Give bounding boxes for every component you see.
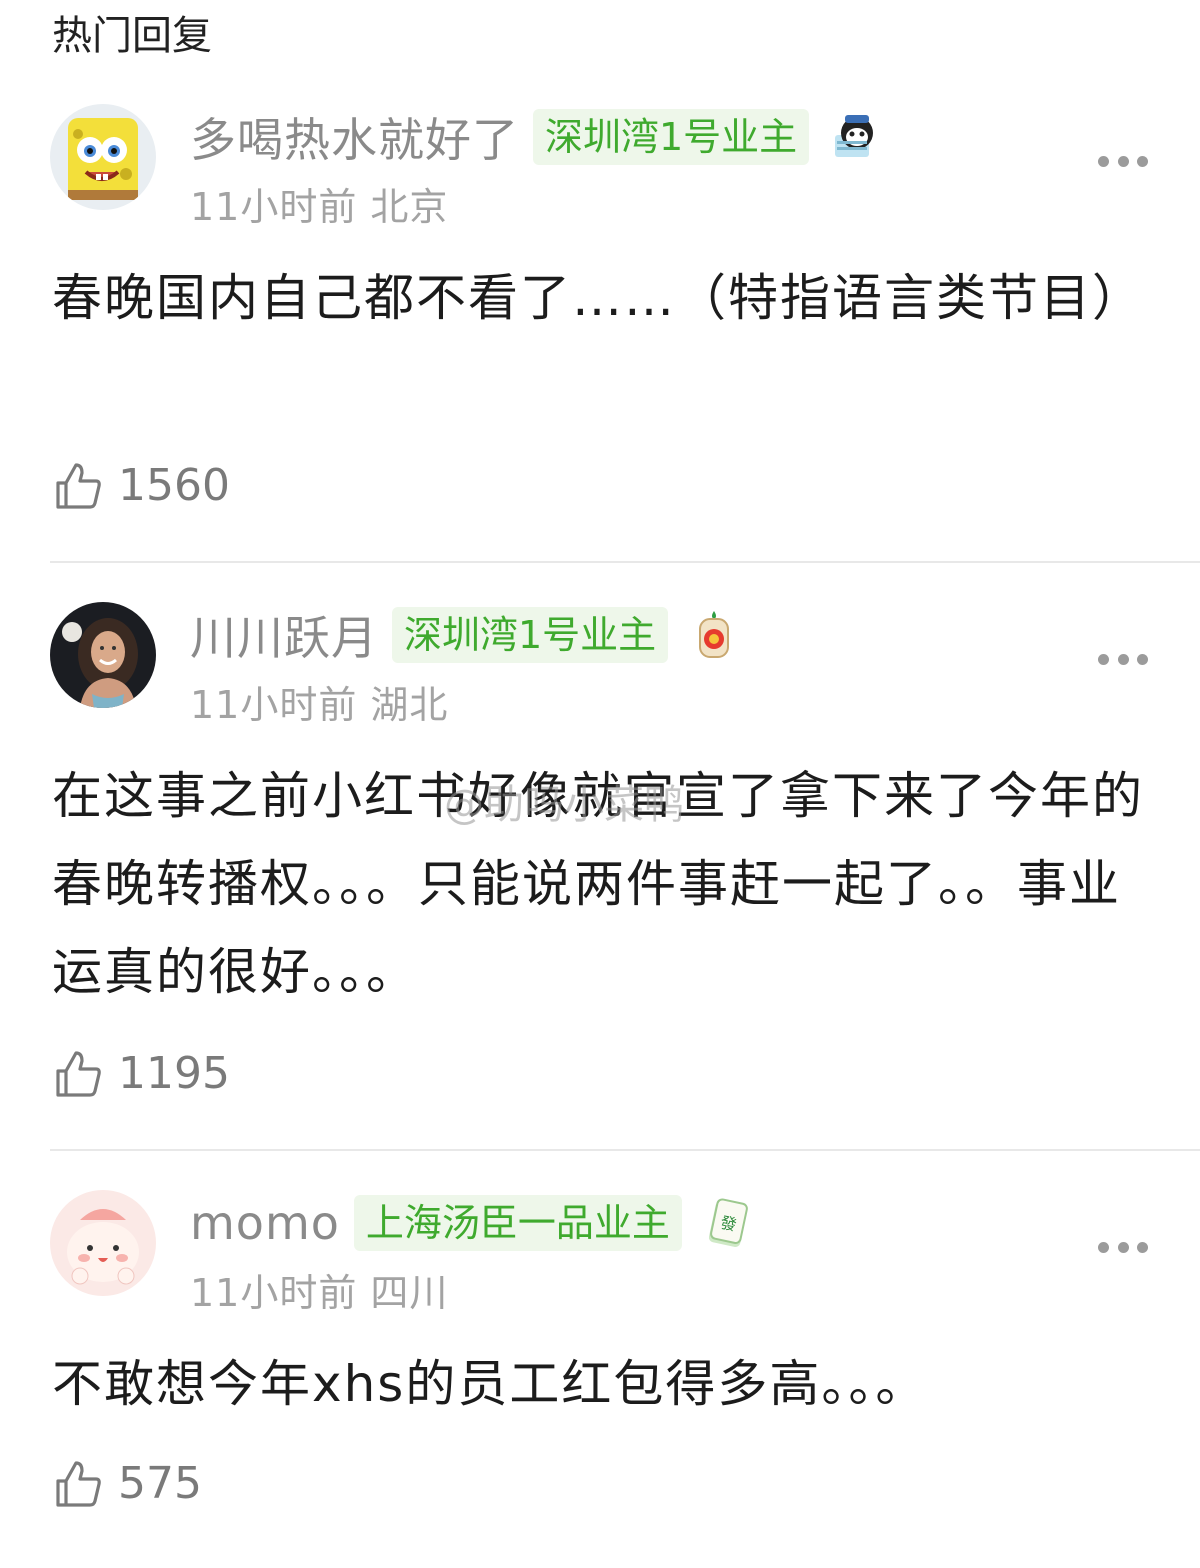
mahjong-fa-medal-icon[interactable]: 發 [702, 1197, 754, 1249]
owner-badge[interactable]: 深圳湾1号业主 [533, 109, 810, 165]
comment-text: 春晚国内自己都不看了……（特指语言类节目） [52, 269, 1144, 327]
time-location: 11小时前 北京 [190, 185, 449, 229]
thumbs-up-icon [56, 462, 101, 509]
time-location: 11小时前 四川 [190, 1271, 449, 1315]
like-button[interactable]: 575 [54, 1458, 202, 1509]
mascot-medal-icon[interactable] [829, 111, 881, 163]
like-button[interactable]: 1560 [54, 460, 230, 511]
user-line: 多喝热水就好了 深圳湾1号业主 [190, 104, 881, 170]
user-avatar[interactable] [50, 1190, 156, 1296]
like-count: 1195 [118, 1048, 230, 1099]
user-avatar[interactable] [50, 602, 156, 708]
more-options-icon[interactable] [1098, 1240, 1148, 1254]
username[interactable]: momo [190, 1196, 340, 1250]
more-options-icon[interactable] [1098, 154, 1148, 168]
section-title: 热门回复 [52, 13, 212, 59]
like-button[interactable]: 1195 [54, 1048, 230, 1099]
more-options-icon[interactable] [1098, 652, 1148, 666]
username[interactable]: 多喝热水就好了 [190, 104, 519, 170]
owner-badge[interactable]: 深圳湾1号业主 [392, 607, 669, 663]
time-location: 11小时前 湖北 [190, 683, 449, 727]
owner-badge[interactable]: 上海汤臣一品业主 [353, 1195, 682, 1251]
divider [50, 1149, 1200, 1151]
divider [50, 561, 1200, 563]
comment-text: 不敢想今年xhs的员工红包得多高。。。 [52, 1355, 928, 1413]
hot-replies-page: 热门回复 多喝热水就好了 深圳湾1号业主 11小时前 北京 春晚国内自己都不看了… [0, 0, 1200, 1568]
user-avatar[interactable] [50, 104, 156, 210]
comment-text: 在这事之前小红书好像就官宣了拿下来了今年的春晚转播权。。。只能说两件事赶一起了。… [52, 767, 1144, 1001]
like-count: 575 [118, 1458, 202, 1509]
like-count: 1560 [118, 460, 230, 511]
lucky-charm-medal-icon[interactable] [688, 609, 740, 661]
thumbs-up-icon [56, 1050, 101, 1097]
user-line: momo 上海汤臣一品业主 發 [190, 1190, 754, 1256]
thumbs-up-icon [56, 1460, 101, 1507]
username[interactable]: 川川跃月 [190, 602, 378, 668]
user-line: 川川跃月 深圳湾1号业主 [190, 602, 740, 668]
